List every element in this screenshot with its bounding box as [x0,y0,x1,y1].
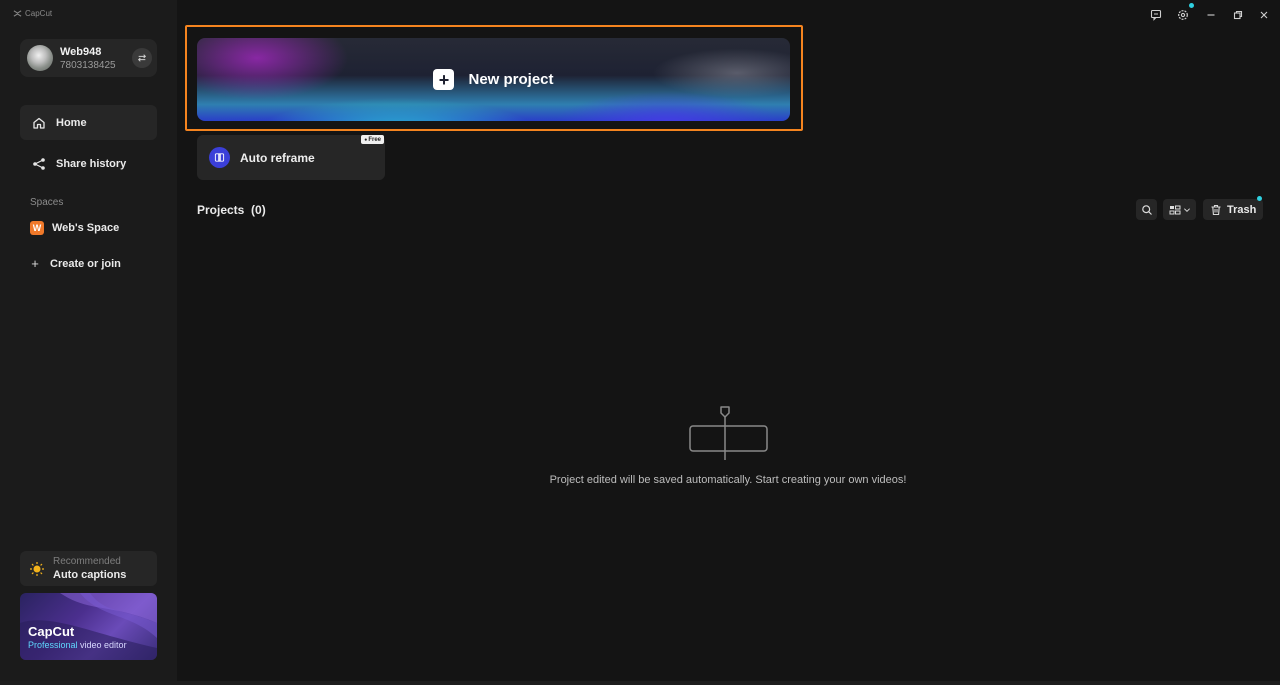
recommended-label: Recommended [53,556,121,567]
plus-icon: + [433,69,455,90]
profile-id: 7803138425 [60,60,116,71]
create-or-join-button[interactable]: + Create or join [30,256,121,271]
search-icon [1141,204,1152,215]
restore-button[interactable] [1230,7,1246,23]
home-icon [33,117,45,129]
close-icon [1260,11,1268,19]
promo-banner[interactable]: CapCut Professional video editor [20,593,157,660]
promo-title: CapCut [28,624,75,639]
feedback-icon [1150,9,1162,21]
feedback-button[interactable] [1148,7,1164,23]
plus-icon: + [31,256,39,271]
new-project-content: + New project [197,38,790,121]
recommended-card[interactable]: Recommended Auto captions [20,551,157,586]
switch-account-button[interactable] [132,48,152,68]
new-project-button[interactable]: + New project [197,38,790,121]
empty-project-icon [689,406,768,460]
bottom-border [0,681,1280,685]
trash-notification-dot [1257,196,1262,201]
minimize-icon [1207,14,1215,16]
space-name: Web's Space [52,222,120,234]
chevron-down-icon [1183,207,1190,212]
close-button[interactable] [1256,7,1272,23]
space-badge: W [30,221,44,235]
app-logo-text: CapCut [25,9,53,18]
sidebar: CapCut Web948 7803138425 Home Share hist… [0,0,177,685]
auto-reframe-label: Auto reframe [240,151,315,165]
free-badge: ● Free [361,135,384,144]
projects-count: (0) [251,203,266,217]
settings-icon [1178,10,1188,20]
grid-view-icon [1169,205,1180,214]
reframe-icon [209,147,230,168]
avatar[interactable] [27,45,53,71]
app-logo: CapCut [13,9,52,18]
promo-subtitle-rest: video editor [77,640,127,650]
swap-icon [137,54,147,62]
sidebar-item-share-history[interactable]: Share history [20,146,157,181]
trash-label: Trash [1227,203,1257,216]
promo-subtitle-accent: Professional [28,640,78,650]
free-badge-label: Free [368,136,381,143]
capcut-logo-icon [13,10,22,17]
projects-title: Projects (0) [197,203,266,217]
settings-notification-dot [1189,3,1194,8]
sidebar-item-label: Home [56,116,87,129]
auto-reframe-button[interactable]: Auto reframe ● Free [197,135,385,180]
sidebar-item-label: Share history [56,157,127,170]
sidebar-item-webs-space[interactable]: W Web's Space [30,221,119,235]
settings-button[interactable] [1175,7,1191,23]
search-button[interactable] [1136,199,1157,220]
new-project-label: New project [468,71,554,88]
lightbulb-icon [30,562,44,576]
profile-name: Web948 [60,46,102,58]
share-icon [33,157,45,170]
projects-label: Projects [197,203,245,217]
trash-icon [1211,204,1221,215]
profile-card[interactable]: Web948 7803138425 [20,39,157,77]
create-join-label: Create or join [50,257,121,270]
trash-button[interactable]: Trash [1203,199,1264,220]
promo-subtitle: Professional video editor [28,640,127,650]
empty-state-message: Project edited will be saved automatical… [549,474,907,486]
sidebar-item-home[interactable]: Home [20,105,157,140]
recommended-title: Auto captions [53,569,127,581]
view-toggle-button[interactable] [1163,199,1196,220]
spaces-label: Spaces [30,197,64,208]
minimize-button[interactable] [1203,7,1219,23]
restore-icon [1233,10,1243,20]
